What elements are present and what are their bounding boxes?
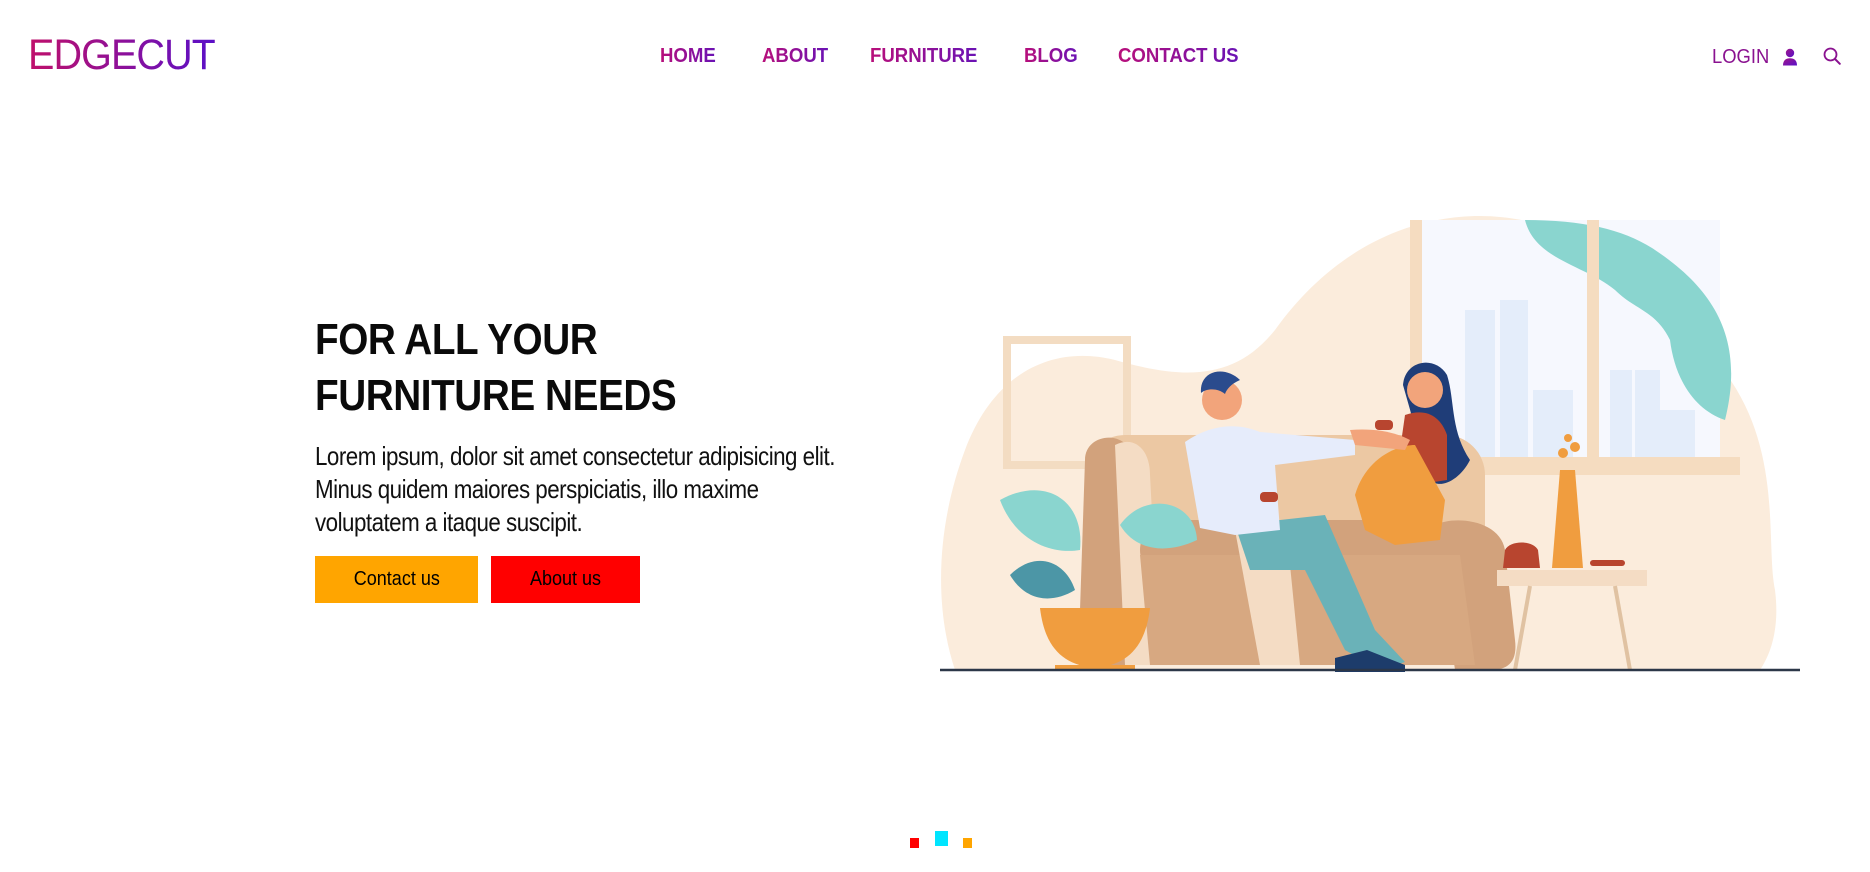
carousel-indicator-3[interactable] — [963, 838, 972, 848]
side-table-top — [1497, 570, 1647, 586]
carousel-indicator-1[interactable] — [910, 838, 919, 848]
main-nav: HOME ABOUT FURNITURE BLOG CONTACT US — [660, 44, 1288, 68]
nav-item-furniture[interactable]: FURNITURE — [870, 44, 977, 68]
couple-on-sofa-illustration — [940, 215, 1800, 672]
nav-item-contact-us[interactable]: CONTACT US — [1118, 44, 1239, 68]
carousel-indicator-2-active[interactable] — [935, 831, 948, 846]
window-frame-mid — [1587, 220, 1599, 470]
hero-description: Lorem ipsum, dolor sit amet consectetur … — [315, 441, 835, 537]
brand-logo[interactable]: EDGECUT — [28, 30, 216, 80]
user-icon — [1783, 48, 1798, 66]
nav-item-about[interactable]: ABOUT — [762, 44, 828, 68]
carousel-indicators — [910, 831, 972, 849]
contact-us-button[interactable]: Contact us — [315, 556, 478, 603]
teapot — [1503, 542, 1540, 568]
login-button[interactable]: LOGIN — [1712, 45, 1798, 69]
nav-item-home[interactable]: HOME — [660, 44, 716, 68]
contact-us-label: Contact us — [353, 568, 440, 590]
about-us-button[interactable]: About us — [491, 556, 640, 603]
nav-item-blog[interactable]: BLOG — [1024, 44, 1078, 68]
hero-title: FOR ALL YOUR FURNITURE NEEDS — [315, 315, 677, 420]
login-label: LOGIN — [1712, 46, 1770, 68]
page: EDGECUT HOME ABOUT FURNITURE BLOG CONTAC… — [0, 0, 1870, 872]
flower-2 — [1570, 442, 1580, 452]
flower-1 — [1558, 448, 1568, 458]
search-icon[interactable] — [1823, 47, 1841, 65]
woman-head — [1407, 372, 1443, 408]
flower-3 — [1564, 434, 1572, 442]
cup-woman — [1375, 420, 1393, 430]
about-us-label: About us — [529, 568, 602, 590]
dish — [1590, 560, 1625, 566]
cup-man — [1260, 492, 1278, 502]
